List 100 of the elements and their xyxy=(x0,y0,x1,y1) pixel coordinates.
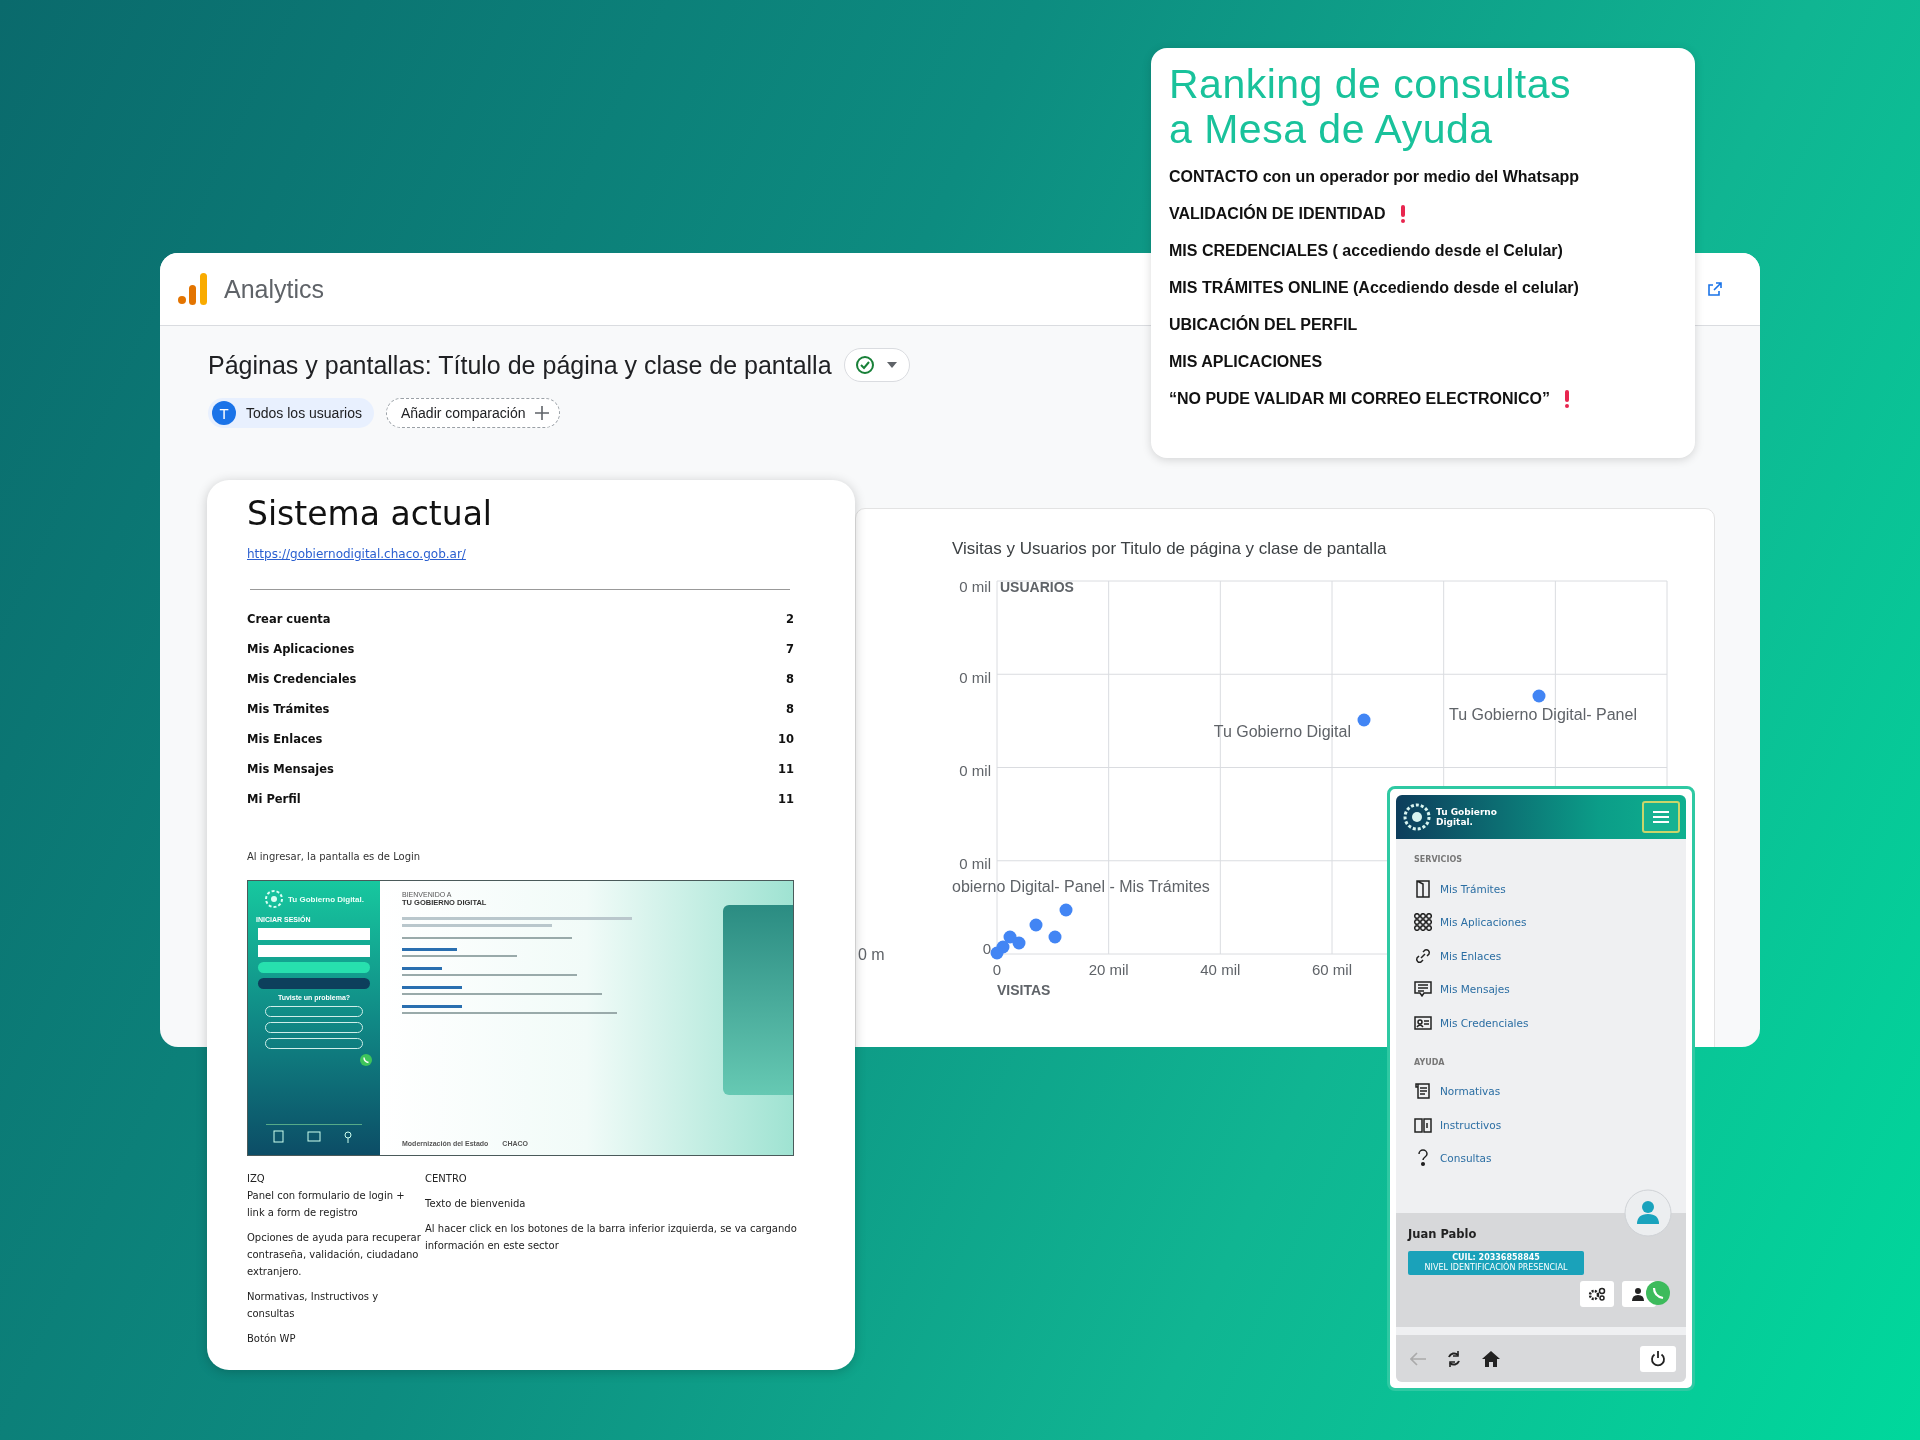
data-point xyxy=(990,946,1004,960)
page-number: 11 xyxy=(778,792,794,806)
menu-button[interactable] xyxy=(1642,801,1680,833)
id-card-icon xyxy=(1414,1013,1432,1032)
page-name: Mi Perfil xyxy=(247,792,301,806)
status-dropdown[interactable] xyxy=(843,348,910,382)
settings-button[interactable] xyxy=(1580,1281,1614,1307)
site-link[interactable]: https://gobiernodigital.chaco.gob.ar/ xyxy=(247,547,466,561)
column-heading: CENTRO xyxy=(425,1172,468,1186)
y-axis-title: USUARIOS xyxy=(1000,579,1074,595)
segment-chip[interactable]: T Todos los usuarios xyxy=(208,398,374,428)
menu-item[interactable]: Consultas xyxy=(1414,1141,1672,1175)
description-text: Texto de bienvenida xyxy=(425,1197,527,1211)
add-comparison-button[interactable]: Añadir comparación xyxy=(385,398,561,428)
page-number: 7 xyxy=(786,642,794,656)
grid-icon xyxy=(1414,913,1432,932)
axis-tick-label: 0 mil xyxy=(959,669,991,686)
data-point xyxy=(1029,918,1043,932)
description-text: Botón WP xyxy=(247,1332,297,1346)
description-text: Al hacer click en los botones de la barra inferior izquierda, se va cargando información en este sector xyxy=(425,1222,798,1253)
refresh-icon[interactable] xyxy=(1446,1350,1462,1367)
menu-item[interactable]: Mis Enlaces xyxy=(1414,939,1672,973)
user-field[interactable] xyxy=(258,928,370,940)
check-circle-icon xyxy=(854,355,875,375)
axis-tick-label: 0 xyxy=(992,961,1002,978)
column-heading: IZQ xyxy=(247,1172,266,1186)
axis-tick-label: 40 mil xyxy=(1200,961,1241,978)
menu-item[interactable]: Mis Aplicaciones xyxy=(1414,905,1672,939)
avatar-letter: T xyxy=(212,401,236,425)
axis-tick-label: 0 mil xyxy=(959,855,991,872)
ranking-item: MIS CREDENCIALES ( accediendo desde el Celular) xyxy=(1169,241,1563,260)
page-name: Mis Credenciales xyxy=(247,672,357,686)
axis-tick-label: 0 xyxy=(982,940,991,957)
data-point xyxy=(1357,713,1371,727)
axis-tick-label: 0 mil xyxy=(959,762,991,779)
note-text: Al ingresar, la pantalla es de Login xyxy=(247,851,422,862)
caret-icon xyxy=(886,362,897,368)
section-heading: SERVICIOS xyxy=(1414,855,1463,864)
menu-item[interactable]: Mis Trámites xyxy=(1414,872,1672,906)
ranking-title: Ranking de consultas a Mesa de Ayuda xyxy=(1169,62,1573,152)
power-icon xyxy=(1650,1350,1666,1367)
axis-tick-label: 0 mil xyxy=(959,578,991,595)
page-number: 8 xyxy=(786,672,794,686)
ranking-item: UBICACIÓN DEL PERFIL xyxy=(1169,315,1358,334)
description-text: Panel con formulario de login + link a form de registro xyxy=(247,1189,406,1220)
page-number: 11 xyxy=(778,762,794,776)
data-point xyxy=(1059,903,1073,917)
page-name: Mis Mensajes xyxy=(247,762,334,776)
description-text: Normativas, Instructivos y consultas xyxy=(247,1290,380,1321)
user-name: Juan Pablo xyxy=(1408,1227,1478,1241)
page-name: Mis Enlaces xyxy=(247,732,323,746)
page-number: 8 xyxy=(786,702,794,716)
ranking-item: MIS TRÁMITES ONLINE (Accediendo desde el celular) xyxy=(1169,278,1579,297)
link-icon xyxy=(1414,946,1432,965)
ranking-item: VALIDACIÓN DE IDENTIDAD xyxy=(1169,204,1386,223)
ranking-item: CONTACTO con un operador por medio del Whatsapp xyxy=(1169,167,1580,186)
menu-item[interactable]: Normativas xyxy=(1414,1074,1672,1108)
page-name: Mis Trámites xyxy=(247,702,330,716)
ranking-item: MIS APLICACIONES xyxy=(1169,352,1323,371)
page-name: Crear cuenta xyxy=(247,612,331,626)
data-point xyxy=(1048,930,1062,944)
point-label: Tu Gobierno Digital xyxy=(1213,723,1351,740)
description-text: Opciones de ayuda para recuperar contraseña, validación, ciudadano extranjero. xyxy=(247,1231,422,1279)
analytics-logo-icon xyxy=(178,273,208,305)
ranking-item: “NO PUDE VALIDAR MI CORREO ELECTRONICO” xyxy=(1169,389,1551,408)
menu-item[interactable]: Mis Mensajes xyxy=(1414,972,1672,1006)
point-label: Tu Gobierno Digital- Panel xyxy=(1449,706,1637,723)
external-link-icon[interactable] xyxy=(1708,282,1722,296)
identity-badge: CUIL: 20336858845 NIVEL IDENTIFICACIÓN PRESENCIAL xyxy=(1408,1251,1584,1275)
document-title: Sistema actual xyxy=(247,494,494,533)
page-name: Mis Aplicaciones xyxy=(247,642,355,656)
scroll-icon xyxy=(1414,1082,1432,1101)
brand-name: Tu Gobierno Digital. xyxy=(1436,807,1498,827)
axis-tick-label: 60 mil xyxy=(1312,961,1352,978)
axis-tick-label: 0 m xyxy=(858,946,885,964)
door-icon xyxy=(1414,879,1432,898)
x-axis-title: VISITAS xyxy=(997,982,1051,998)
data-point xyxy=(1532,689,1546,703)
menu-item[interactable]: Mis Credenciales xyxy=(1414,1006,1672,1040)
app-name: Analytics xyxy=(224,274,325,304)
chart-title: Visitas y Usuarios por Titulo de página y clase de pantalla xyxy=(952,539,1388,559)
password-field[interactable] xyxy=(258,945,370,957)
menu-item[interactable]: Instructivos xyxy=(1414,1108,1672,1142)
logo-icon xyxy=(264,889,285,909)
page-number: 10 xyxy=(778,732,794,746)
section-heading: AYUDA xyxy=(1414,1057,1446,1067)
brand-name: Tu Gobierno Digital. xyxy=(288,894,364,904)
whatsapp-icon[interactable] xyxy=(360,1054,372,1066)
plus-icon xyxy=(535,406,550,420)
person-icon xyxy=(1632,1287,1646,1301)
data-point xyxy=(1012,936,1026,950)
page-number: 2 xyxy=(786,612,794,626)
power-button[interactable] xyxy=(1640,1345,1676,1372)
home-icon[interactable] xyxy=(1482,1350,1500,1367)
settings-icon xyxy=(1588,1287,1606,1301)
logo-icon xyxy=(1402,802,1432,832)
message-icon xyxy=(1414,980,1432,999)
axis-tick-label: 20 mil xyxy=(1088,961,1129,978)
point-label: obierno Digital- Panel - Mis Trámites xyxy=(952,878,1210,895)
book-icon xyxy=(1414,1115,1432,1134)
